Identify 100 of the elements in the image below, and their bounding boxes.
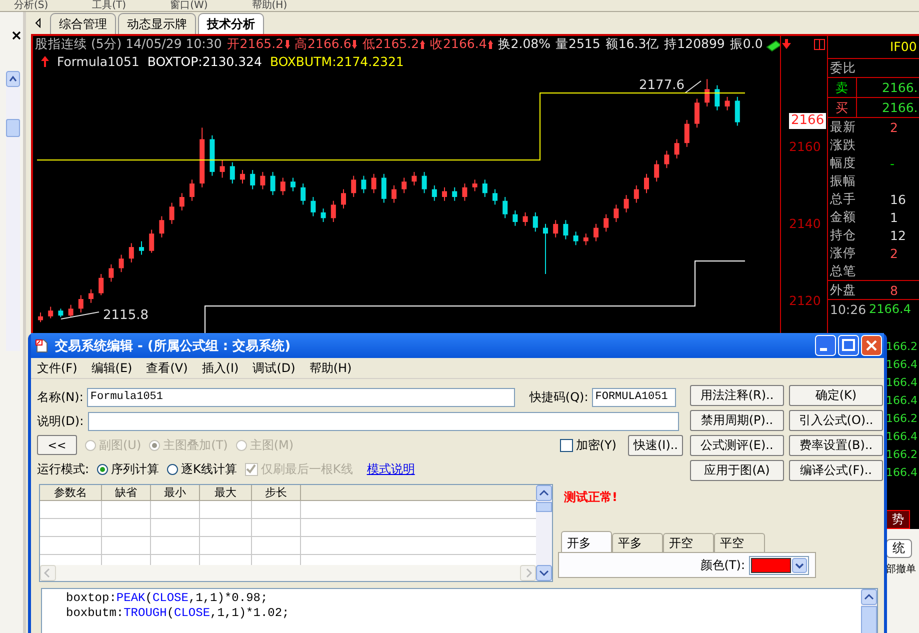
menu-item[interactable]: 查看(V) (146, 360, 188, 376)
side-price: 2166. (881, 80, 918, 95)
axis-tick-label: 2140 (789, 216, 821, 231)
scroll-up-icon[interactable] (6, 71, 20, 87)
indicator-value: BOXTOP:2130.324 (147, 54, 262, 69)
scroll-down-icon[interactable] (536, 565, 552, 581)
dialog-button[interactable]: 应用于图(A) (690, 460, 784, 481)
column-header[interactable]: 最大 (200, 485, 252, 501)
radio-label: 序列计算 (111, 460, 160, 478)
chart-title: 股指连续 (5分) 14/05/29 10:30 (35, 36, 222, 53)
candle (280, 177, 286, 196)
tick-price: 166.2 (886, 447, 918, 463)
dialog-button[interactable]: 用法注释(R).. (690, 385, 784, 406)
menu-item[interactable]: 编辑(E) (91, 360, 132, 376)
maximize-icon[interactable] (838, 335, 859, 356)
radio-button[interactable] (167, 464, 178, 474)
name-field[interactable]: Formula1051 (87, 388, 516, 406)
field-label: 名称(N): (37, 388, 84, 406)
candle (351, 175, 356, 198)
description-field[interactable] (88, 412, 679, 430)
arrow-down-icon (352, 40, 358, 49)
tab[interactable]: 技术分析 (198, 13, 264, 34)
field-value: 1 (890, 210, 898, 224)
radio-button[interactable] (97, 464, 108, 474)
dialog-button[interactable]: 费率设置(B).. (789, 435, 883, 456)
tab[interactable]: 综合管理 (50, 13, 116, 34)
field-label: 运行模式: (37, 460, 90, 478)
tab[interactable]: 动态显示牌 (118, 13, 196, 34)
dialog-button[interactable]: 确定(K) (789, 385, 883, 406)
scrollbar[interactable] (861, 589, 877, 633)
candle (624, 194, 629, 213)
stat-value: 换2.08% (498, 36, 551, 53)
menu-item[interactable]: 文件(F) (37, 360, 78, 376)
signal-tab[interactable]: 开空 (663, 533, 714, 552)
column-header[interactable]: 缺省 (102, 485, 151, 501)
checkbox[interactable] (560, 438, 573, 452)
candle (190, 179, 194, 202)
candle (58, 308, 64, 318)
scroll-up-icon[interactable] (861, 589, 877, 605)
dialog-button[interactable]: 编译公式(F).. (789, 460, 883, 481)
dialog-button[interactable]: 引入公式(O).. (789, 410, 883, 431)
close-icon[interactable] (12, 31, 21, 40)
menu-item[interactable]: 调试(D) (252, 360, 296, 376)
menu-item[interactable]: 帮助(H) (252, 0, 288, 11)
scroll-thumb[interactable] (6, 119, 20, 137)
scroll-up-icon[interactable] (536, 485, 552, 501)
field-label: 金额 (830, 208, 856, 226)
candle (240, 170, 245, 184)
collapse-button[interactable]: << (37, 435, 77, 455)
field-label: 振幅 (830, 172, 856, 190)
menu-item[interactable]: 分析(S) (14, 0, 48, 11)
price-tag: 2166 (789, 113, 826, 129)
signal-tab[interactable]: 开多 (561, 531, 612, 552)
candle (220, 160, 225, 178)
tab-scroll-left-icon[interactable] (34, 18, 42, 28)
field-value: 16 (890, 192, 906, 206)
tick-price: 166.4 (886, 375, 918, 391)
radio-label: 主图(M) (250, 436, 294, 454)
test-status: 测试正常! (563, 489, 618, 506)
stat-value: 量2515 (556, 36, 600, 53)
minimize-icon[interactable] (815, 335, 836, 356)
menu-item[interactable]: 帮助(H) (309, 360, 352, 376)
low-label: 2115.8 (103, 308, 148, 323)
menu-item[interactable]: 工具(T) (92, 0, 126, 11)
dialog-button[interactable]: 公式测评(E).. (690, 435, 784, 456)
code-editor[interactable]: boxtop:PEAK(CLOSE,1,1)*0.98; boxbutm:TROUGH(CLOSE,1,1)*1.02; (41, 588, 878, 633)
panel-tab[interactable]: 势 (886, 510, 910, 529)
radio-label: 主图叠加(T) (163, 436, 228, 454)
mode-help-link[interactable]: 模式说明 (366, 460, 415, 478)
signal-tab[interactable]: 平空 (714, 533, 765, 552)
quick-button[interactable]: 快速(I).. (628, 434, 683, 456)
candle (522, 212, 528, 226)
candle (179, 192, 184, 211)
scrollbar[interactable] (6, 71, 20, 351)
column-header[interactable]: 最小 (151, 485, 200, 501)
cancel-order-label[interactable]: 部撤单 (886, 562, 919, 576)
candle (563, 220, 568, 240)
radio-label: 副图(U) (99, 436, 142, 454)
scrollbar[interactable] (536, 485, 552, 581)
candle (674, 138, 680, 159)
candle (300, 183, 306, 206)
code-line: boxtop:PEAK(CLOSE,1,1)*0.98; (66, 591, 269, 606)
column-header[interactable]: 参数名 (40, 485, 102, 501)
candle (634, 184, 639, 204)
dialog-button[interactable]: 禁用周期(P).. (690, 410, 784, 431)
scroll-thumb[interactable] (536, 502, 552, 512)
column-header[interactable]: 步长 (252, 485, 301, 501)
candle (654, 160, 660, 182)
signal-tab[interactable]: 平多 (612, 533, 663, 552)
candle (704, 78, 710, 107)
arrow-up-icon (41, 56, 49, 67)
candle (532, 212, 538, 232)
menu-item[interactable]: 插入(I) (202, 360, 239, 376)
field-label: 总手 (830, 190, 856, 208)
hotkey-field[interactable]: FORMULA1051 (592, 388, 676, 406)
system-button[interactable]: 统 (886, 539, 912, 558)
color-dropdown[interactable] (749, 556, 809, 574)
stat-value: 额16.3亿 (605, 36, 660, 53)
candle (149, 229, 154, 254)
window-icon[interactable] (814, 39, 825, 50)
